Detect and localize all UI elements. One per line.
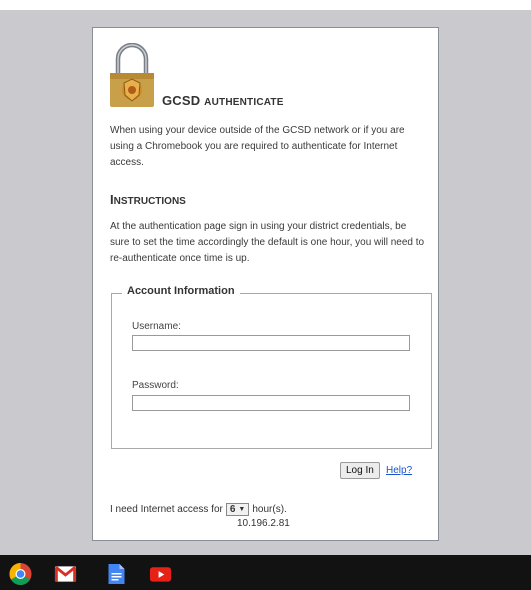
username-input[interactable] xyxy=(132,335,410,351)
log-in-button[interactable]: Log In xyxy=(340,462,380,479)
access-prefix-text: I need Internet access for xyxy=(110,504,223,515)
instructions-text: At the authentication page sign in using… xyxy=(110,221,425,264)
padlock-icon xyxy=(110,43,154,107)
instructions-heading: Instructions xyxy=(110,192,186,207)
chrome-icon[interactable] xyxy=(9,563,32,585)
authentication-card: GCSD Authenticate When using your device… xyxy=(92,27,439,541)
access-suffix-text: hour(s). xyxy=(252,504,287,515)
gmail-icon[interactable] xyxy=(54,563,77,585)
intro-text: When using your device outside of the GC… xyxy=(110,125,405,168)
hours-value: 6 xyxy=(229,504,236,515)
help-link[interactable]: Help? xyxy=(386,465,412,476)
browser-top-strip xyxy=(0,0,531,10)
docs-icon[interactable] xyxy=(105,563,128,585)
ip-address: 10.196.2.81 xyxy=(237,518,290,529)
hours-select[interactable]: 6 ▼ xyxy=(225,503,250,516)
username-label: Username: xyxy=(132,321,181,332)
account-information-fieldset: Account Information Username: Password: xyxy=(111,285,432,449)
password-input[interactable] xyxy=(132,395,410,411)
page-title: GCSD Authenticate xyxy=(162,93,284,108)
access-duration-row: I need Internet access for 6 ▼ hour(s). xyxy=(110,503,287,516)
password-label: Password: xyxy=(132,380,179,391)
dropdown-caret-icon: ▼ xyxy=(238,506,246,513)
fieldset-legend: Account Information xyxy=(122,285,240,297)
system-shelf xyxy=(0,555,531,590)
youtube-icon[interactable] xyxy=(149,563,172,585)
